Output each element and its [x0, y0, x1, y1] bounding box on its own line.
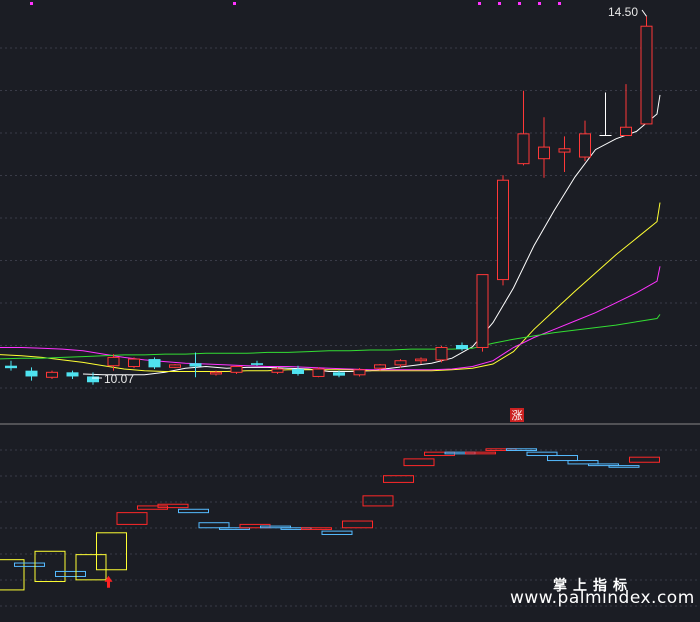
ma-line — [0, 266, 661, 371]
candle — [456, 342, 468, 351]
candle — [640, 16, 653, 125]
candle-body — [169, 364, 181, 368]
candle — [5, 360, 17, 371]
candle-body — [476, 274, 489, 348]
top-marker — [233, 2, 236, 5]
candle-body — [292, 369, 304, 374]
chart-stage: 14.50 10.07 涨 掌上指标 www.palmindex.com — [0, 0, 700, 622]
candle — [579, 120, 591, 162]
candle-body — [620, 126, 632, 137]
candle-body — [271, 368, 284, 373]
candle — [415, 357, 427, 365]
indicator-box — [178, 508, 209, 514]
candle — [46, 370, 58, 379]
indicator-box — [116, 512, 148, 525]
candle — [476, 274, 489, 352]
indicator-box — [465, 451, 496, 455]
top-markers — [30, 2, 561, 5]
candle-body — [107, 356, 120, 367]
ma-line — [0, 202, 661, 372]
indicator-box — [342, 520, 373, 529]
candle — [312, 367, 325, 378]
low-price-label: 10.07 — [104, 372, 134, 386]
candle-body — [210, 371, 222, 375]
indicator-box — [403, 458, 435, 467]
candle-body — [558, 148, 571, 153]
indicator-box — [301, 527, 332, 530]
ma-line — [0, 314, 661, 360]
candle-body — [517, 133, 530, 165]
candle — [251, 360, 263, 366]
moving-averages — [0, 94, 661, 376]
candle — [230, 365, 243, 374]
candle — [599, 92, 612, 137]
candle-body — [128, 358, 140, 368]
top-marker — [478, 2, 481, 5]
indicator-box — [608, 465, 640, 468]
candle — [353, 368, 366, 377]
candle-body — [333, 372, 345, 376]
candle — [517, 90, 530, 166]
indicator-box — [526, 451, 558, 457]
candle — [128, 357, 140, 369]
indicator-box — [321, 530, 353, 535]
candle-body — [189, 363, 202, 367]
candle-body — [435, 346, 448, 361]
indicator-box — [96, 532, 127, 571]
indicator-box — [629, 456, 660, 463]
candle-body — [353, 369, 366, 376]
candle — [620, 84, 632, 137]
candle — [558, 136, 571, 172]
indicator-box — [362, 495, 394, 507]
candle-body — [25, 370, 38, 377]
candle — [435, 345, 448, 363]
candle-body — [46, 371, 58, 378]
top-marker — [30, 2, 33, 5]
limit-up-badge: 涨 — [512, 409, 523, 422]
candle — [66, 370, 79, 379]
indicator-box — [547, 455, 578, 462]
candle-body — [5, 365, 17, 369]
indicator-box — [55, 570, 86, 577]
candle — [148, 357, 161, 370]
candle-body — [374, 364, 386, 369]
top-marker — [498, 2, 501, 5]
candle — [538, 117, 550, 178]
candlestick-chart: 14.50 10.07 涨 — [0, 2, 700, 607]
top-marker — [518, 2, 521, 5]
candle-body — [538, 146, 550, 160]
candle-body — [394, 360, 407, 366]
watermark-url: www.palmindex.com — [510, 588, 695, 608]
candle-body — [312, 368, 325, 377]
candle-body — [456, 344, 468, 350]
top-marker — [558, 2, 561, 5]
grid-lines — [0, 47, 700, 607]
candle — [25, 367, 38, 381]
high-price-label: 14.50 — [608, 5, 638, 19]
indicator-box — [383, 475, 414, 483]
candle — [497, 175, 509, 286]
candle-body — [66, 372, 79, 377]
indicator-box — [198, 522, 230, 529]
indicator-box — [14, 562, 45, 567]
indicator-box — [0, 559, 25, 591]
annotations: 14.50 10.07 涨 — [92, 5, 647, 422]
candle-body — [251, 363, 263, 365]
indicator-panel — [0, 448, 660, 591]
top-marker — [538, 2, 541, 5]
high-pointer — [641, 9, 647, 17]
candle-body — [640, 25, 653, 125]
ma-line — [82, 94, 661, 376]
candle-body — [230, 366, 243, 373]
candle-body — [415, 358, 427, 362]
candle — [169, 364, 181, 369]
candle — [189, 352, 202, 378]
candle-body — [579, 133, 591, 158]
candle-body — [148, 359, 161, 368]
indicator-box — [567, 460, 599, 465]
candle-body — [497, 179, 509, 281]
candle-body — [87, 376, 99, 383]
